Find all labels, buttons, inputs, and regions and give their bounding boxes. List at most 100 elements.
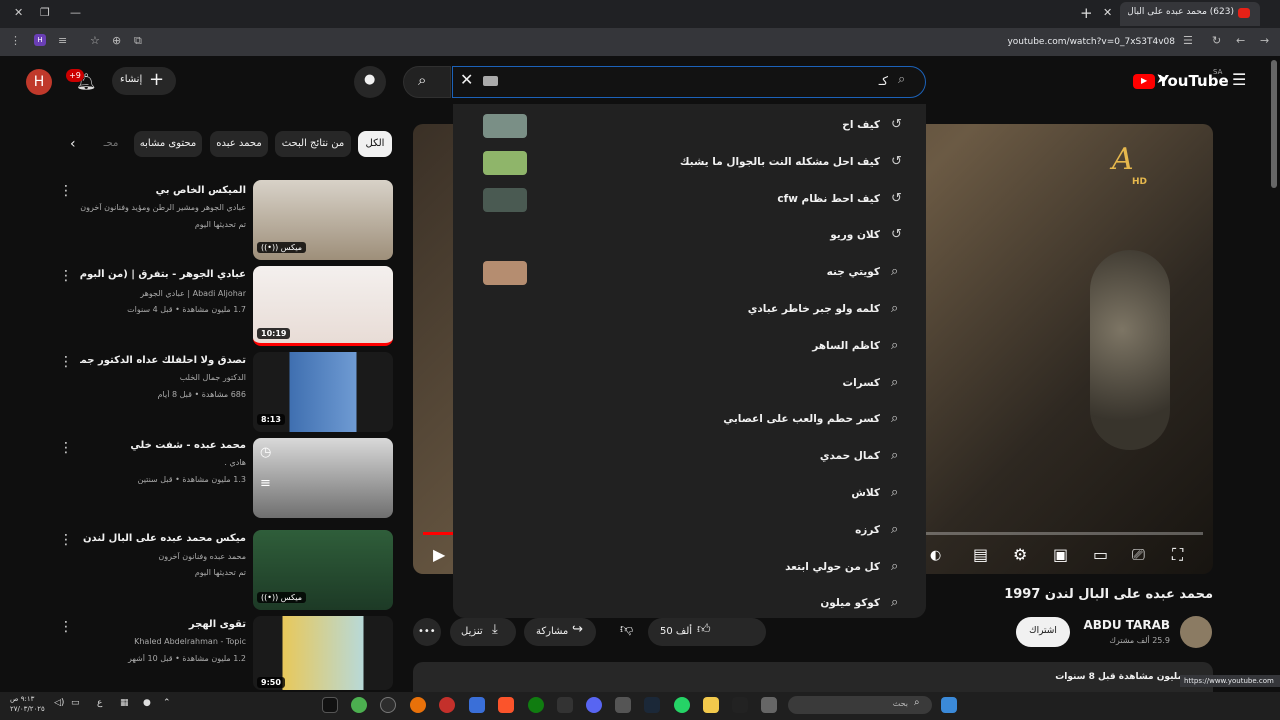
- chip-more[interactable]: محـ: [96, 131, 126, 157]
- taskbar-search-box[interactable]: [788, 696, 932, 714]
- like-count[interactable]: 50 ألف: [660, 626, 692, 637]
- dislike-icon[interactable]: 👎︎: [620, 622, 633, 637]
- video-channel[interactable]: عبادي الجوهر ومشير الرطن ومؤيد وفنانون آ…: [80, 203, 246, 212]
- discord-app-icon[interactable]: [586, 697, 602, 713]
- miniplayer-icon[interactable]: ▣: [1053, 545, 1068, 564]
- video-channel[interactable]: محمد عبده وفنانون آخرون: [80, 552, 246, 561]
- file-explorer-icon[interactable]: [703, 697, 719, 713]
- keyboard-icon[interactable]: [483, 76, 498, 86]
- video-title[interactable]: تقوى الهجر: [80, 619, 246, 630]
- network-icon[interactable]: ▭: [71, 698, 80, 708]
- keyboard-language[interactable]: ع: [97, 698, 102, 708]
- tiktok-app-icon[interactable]: [322, 697, 338, 713]
- browser-menu-icon[interactable]: ⋮: [10, 34, 21, 47]
- video-options-icon[interactable]: ⋮: [59, 183, 73, 199]
- video-options-icon[interactable]: ⋮: [59, 354, 73, 370]
- speaker-icon[interactable]: ◁): [54, 698, 64, 708]
- video-thumbnail[interactable]: [253, 438, 393, 518]
- close-window-icon[interactable]: ✕: [14, 6, 23, 19]
- autoplay-toggle-icon[interactable]: ◐: [930, 548, 941, 563]
- video-channel[interactable]: الدكتور جمال الخلب: [80, 373, 246, 382]
- video-meta: 1.3 مليون مشاهدة • قبل سنتين: [137, 475, 246, 484]
- steam-app-icon[interactable]: [644, 697, 660, 713]
- tune-icon[interactable]: ≡: [58, 34, 67, 47]
- settings-gear-icon[interactable]: ⚙: [1013, 545, 1027, 564]
- forward-arrow-icon[interactable]: ←: [1236, 34, 1245, 47]
- clear-search-icon[interactable]: ✕: [460, 70, 473, 89]
- chip-mohammed-abdu[interactable]: محمد عبده: [210, 131, 268, 157]
- like-icon[interactable]: 👍︎: [697, 622, 711, 637]
- theater-mode-icon[interactable]: ▭: [1093, 545, 1108, 564]
- chips-left-arrow-icon[interactable]: ‹: [70, 136, 76, 152]
- search-submit-button[interactable]: [403, 66, 451, 98]
- site-settings-icon[interactable]: ☰: [1183, 34, 1193, 47]
- video-meta: 686 مشاهدة • قبل 8 أيام: [157, 390, 246, 399]
- video-title[interactable]: عبادي الجوهر - بتفرق | (من ألبوم بتفرق): [80, 269, 246, 280]
- xbox-app-icon[interactable]: [528, 697, 544, 713]
- chip-similar[interactable]: محتوى مشابه: [134, 131, 202, 157]
- keyboard-layout-icon[interactable]: ▦: [120, 698, 129, 708]
- capcut-app-icon[interactable]: [732, 697, 748, 713]
- add-to-queue-icon[interactable]: ≡: [260, 476, 271, 491]
- maximize-window-icon[interactable]: ❐: [40, 6, 50, 19]
- suggestion-text: كل من حولي ابتعد: [785, 560, 880, 573]
- obs-app-icon[interactable]: [380, 697, 396, 713]
- brave-app-icon[interactable]: [498, 697, 514, 713]
- cast-icon[interactable]: ⎚: [1132, 545, 1145, 565]
- bookmark-star-icon[interactable]: ☆: [90, 34, 100, 47]
- video-options-icon[interactable]: ⋮: [59, 268, 73, 284]
- account-avatar[interactable]: H: [26, 69, 52, 95]
- task-view-icon[interactable]: [761, 697, 777, 713]
- clock-time: ٩:١٣ ص: [10, 695, 35, 703]
- youtube-app-icon[interactable]: [439, 697, 455, 713]
- video-title[interactable]: الميكس الخاص بي: [80, 185, 246, 196]
- video-title[interactable]: ميكس محمد عبده على البال لندن 1997: [80, 533, 246, 544]
- subtitles-icon[interactable]: ▤: [973, 545, 988, 564]
- extension-icon[interactable]: H: [34, 34, 46, 46]
- play-icon[interactable]: ▶: [433, 545, 445, 564]
- fullscreen-icon[interactable]: ⛶: [1172, 545, 1183, 565]
- chrome-app-icon[interactable]: [351, 697, 367, 713]
- taskbar-clock[interactable]: ٩:١٣ ص ٢٧/٠٣/٢٠٢٥: [10, 694, 50, 714]
- zoom-icon[interactable]: ⊕: [112, 34, 121, 47]
- download-label: تنزيل: [461, 626, 483, 637]
- duration-badge: ((•)) ميكس: [257, 242, 307, 253]
- back-arrow-icon[interactable]: →: [1260, 34, 1269, 47]
- reload-icon[interactable]: ↻: [1212, 34, 1221, 47]
- store-app-icon[interactable]: [615, 697, 631, 713]
- start-windows-icon[interactable]: [941, 697, 957, 713]
- microphone-tray-icon[interactable]: ●: [143, 698, 151, 708]
- video-channel[interactable]: Khaled Abdelrahman - Topic: [80, 637, 246, 646]
- search-input[interactable]: [520, 70, 888, 92]
- page-scrollbar[interactable]: [1271, 60, 1277, 188]
- duration-badge: 8:13: [257, 414, 285, 425]
- share-label: مشاركة: [536, 626, 569, 637]
- new-tab-icon[interactable]: +: [1080, 4, 1093, 22]
- history-icon: ↺: [891, 117, 902, 132]
- watch-later-icon[interactable]: ◷: [260, 445, 271, 460]
- suggestion-thumbnail: [483, 114, 527, 138]
- whatsapp-app-icon[interactable]: [674, 697, 690, 713]
- tab-close-icon[interactable]: ✕: [1103, 6, 1112, 19]
- video-options-icon[interactable]: ⋮: [59, 619, 73, 635]
- tray-overflow-icon[interactable]: ⌃: [163, 698, 171, 708]
- chrome-active-app-icon[interactable]: [410, 697, 426, 713]
- video-options-icon[interactable]: ⋮: [59, 440, 73, 456]
- download-button[interactable]: [450, 618, 516, 646]
- channel-avatar[interactable]: [1180, 616, 1212, 648]
- shield-app-icon[interactable]: [469, 697, 485, 713]
- url-text[interactable]: youtube.com/watch?v=0_7xS3T4v08: [1000, 37, 1175, 47]
- hamburger-menu-icon[interactable]: ☰: [1232, 70, 1246, 89]
- minimize-window-icon[interactable]: —: [70, 6, 81, 19]
- chip-from-search[interactable]: من نتائج البحث: [275, 131, 351, 157]
- channel-watermark-hd: HD: [1132, 177, 1148, 187]
- video-channel[interactable]: هادي .: [80, 458, 246, 467]
- video-title[interactable]: محمد عبده - شفت خلي: [80, 440, 246, 451]
- video-channel[interactable]: Abadi Aljohar | عبادي الجوهر: [80, 289, 246, 298]
- install-app-icon[interactable]: ⧉: [134, 34, 142, 48]
- chip-all[interactable]: الكل: [358, 131, 392, 157]
- video-title[interactable]: تصدق ولا احلفلك عداه الدكتور جمال الخلب: [80, 355, 246, 366]
- video-options-icon[interactable]: ⋮: [59, 532, 73, 548]
- channel-name[interactable]: ABDU TARAB: [1060, 618, 1170, 632]
- terminal-app-icon[interactable]: [557, 697, 573, 713]
